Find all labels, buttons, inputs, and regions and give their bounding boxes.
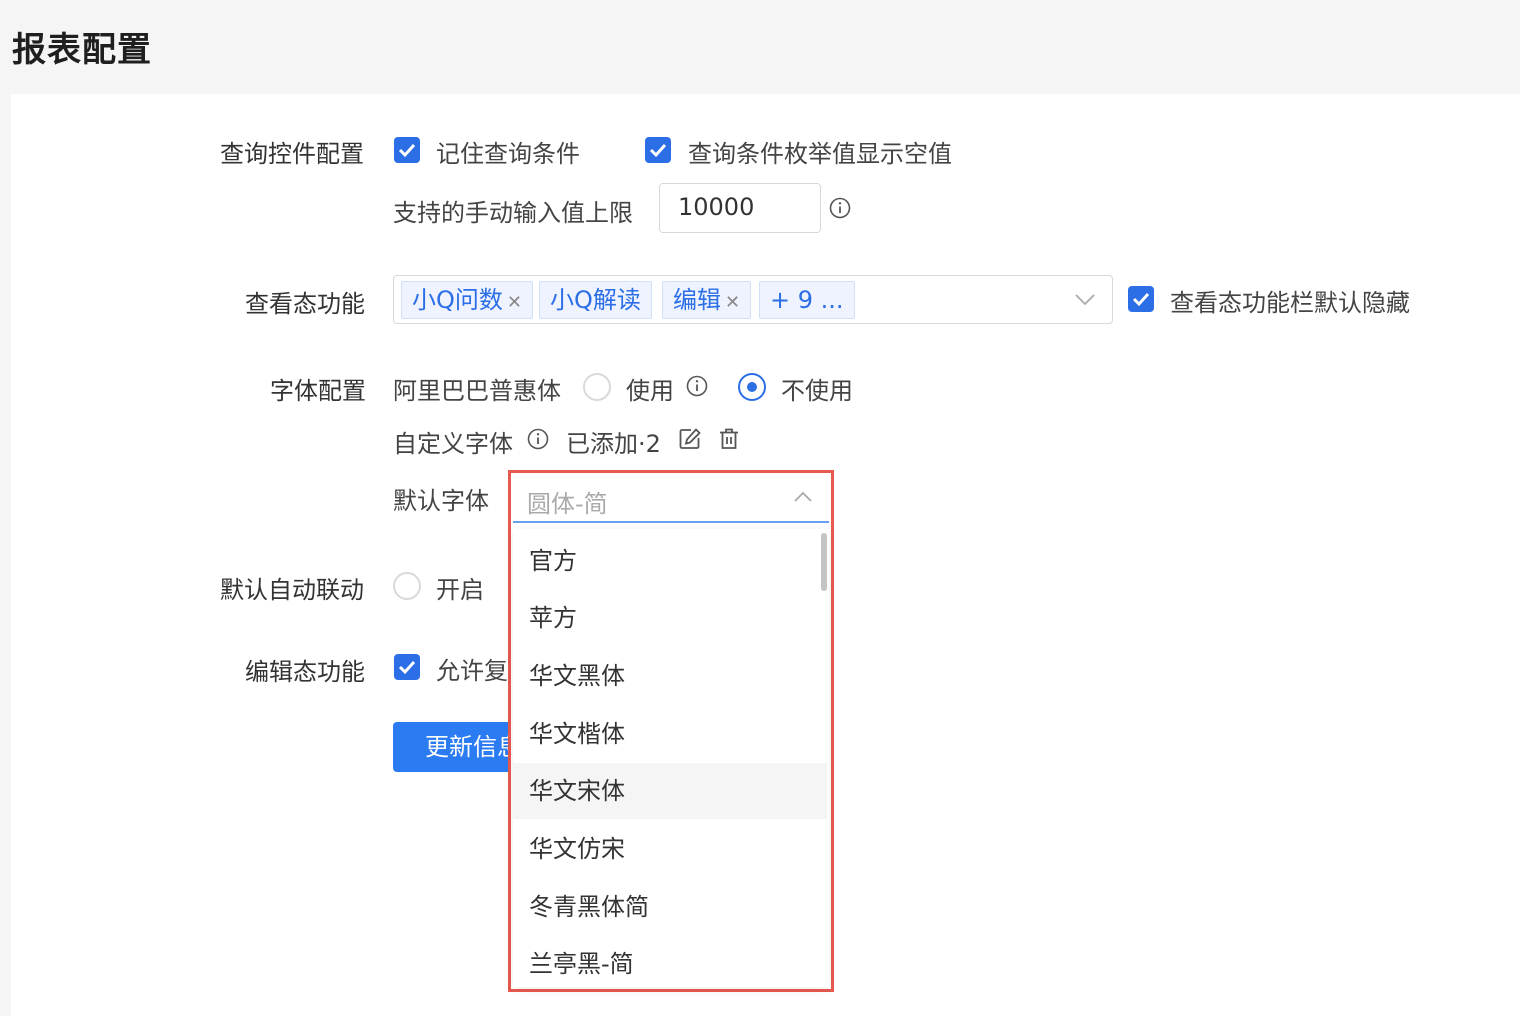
enum-empty-label[interactable]: 查询条件枚举值显示空值 <box>688 134 952 169</box>
view-functions-label: 查看态功能 <box>245 290 365 318</box>
tag-xiaoq-jiedu[interactable]: 小Q解读 <box>539 281 652 319</box>
font-options-list: 官方 苹方 华文黑体 华文楷体 华文宋体 华文仿宋 冬青黑体简 兰亭黑-简 <box>513 529 829 987</box>
tag-label: 编辑 <box>673 286 721 314</box>
not-use-radio[interactable] <box>738 373 766 401</box>
font-option[interactable]: 华文仿宋 <box>513 821 827 877</box>
update-info-label: 更新信息 <box>425 733 521 761</box>
trash-icon[interactable] <box>717 427 741 451</box>
enum-empty-checkbox[interactable] <box>645 137 671 163</box>
info-icon[interactable] <box>527 428 549 450</box>
auto-linkage-label: 默认自动联动 <box>220 576 364 604</box>
chevron-up-icon[interactable] <box>793 491 813 503</box>
auto-linkage-open-radio[interactable] <box>393 572 421 600</box>
default-font-value: 圆体-简 <box>527 490 608 518</box>
view-functions-select[interactable]: 小Q问数 ✕ 小Q解读 编辑 ✕ + 9 ... <box>393 275 1113 324</box>
use-radio[interactable] <box>583 373 611 401</box>
font-option[interactable]: 兰亭黑-简 <box>513 936 827 987</box>
font-option[interactable]: 华文黑体 <box>513 648 827 704</box>
font-option[interactable]: 冬青黑体简 <box>513 879 827 935</box>
check-icon <box>398 143 416 158</box>
custom-font-label: 自定义字体 <box>393 430 513 458</box>
tag-edit[interactable]: 编辑 ✕ <box>662 281 752 319</box>
page-title: 报表配置 <box>12 30 152 70</box>
hide-default-label[interactable]: 查看态功能栏默认隐藏 <box>1170 283 1410 318</box>
added-count-label: 已添加·2 <box>566 430 661 458</box>
edit-icon[interactable] <box>678 427 702 451</box>
query-control-label: 查询控件配置 <box>220 140 364 168</box>
close-icon[interactable]: ✕ <box>725 292 740 313</box>
check-icon <box>398 660 416 675</box>
font-option[interactable]: 苹方 <box>513 590 827 646</box>
font-config-label: 字体配置 <box>270 377 366 405</box>
tag-label: 小Q问数 <box>412 286 503 314</box>
remember-query-checkbox[interactable] <box>394 137 420 163</box>
tag-xiaoq-wenshu[interactable]: 小Q问数 ✕ <box>401 281 533 319</box>
info-icon[interactable] <box>829 197 851 219</box>
info-icon[interactable] <box>686 375 708 397</box>
check-icon <box>649 143 667 158</box>
edit-functions-label: 编辑态功能 <box>245 658 365 686</box>
default-font-dropdown: 圆体-简 官方 苹方 华文黑体 华文楷体 华文宋体 华文仿宋 冬青黑体简 兰亭黑… <box>508 470 834 992</box>
check-icon <box>1132 292 1150 307</box>
default-font-label: 默认字体 <box>393 487 489 515</box>
allow-checkbox[interactable] <box>394 654 420 680</box>
manual-limit-label: 支持的手动输入值上限 <box>393 199 633 227</box>
manual-limit-input[interactable] <box>676 192 810 222</box>
font-option-hovered[interactable]: 华文宋体 <box>513 763 827 819</box>
allow-label[interactable]: 允许复 <box>436 651 508 686</box>
tag-label: 小Q解读 <box>550 286 641 314</box>
remember-query-label[interactable]: 记住查询条件 <box>436 134 580 169</box>
hide-default-checkbox[interactable] <box>1128 286 1154 312</box>
chevron-down-icon[interactable] <box>1074 293 1096 307</box>
manual-limit-input-box[interactable] <box>659 183 821 233</box>
font-option[interactable]: 华文楷体 <box>513 706 827 762</box>
default-font-select[interactable]: 圆体-简 <box>513 475 829 523</box>
close-icon[interactable]: ✕ <box>507 292 522 313</box>
tag-more[interactable]: + 9 ... <box>759 281 855 319</box>
auto-linkage-open-label[interactable]: 开启 <box>436 570 484 605</box>
use-label[interactable]: 使用 <box>626 371 674 406</box>
tag-label: + 9 ... <box>770 286 844 314</box>
options-scrollbar[interactable] <box>821 533 827 591</box>
not-use-label[interactable]: 不使用 <box>781 371 853 406</box>
alibaba-font-label: 阿里巴巴普惠体 <box>393 377 561 405</box>
font-option[interactable]: 官方 <box>513 533 827 589</box>
